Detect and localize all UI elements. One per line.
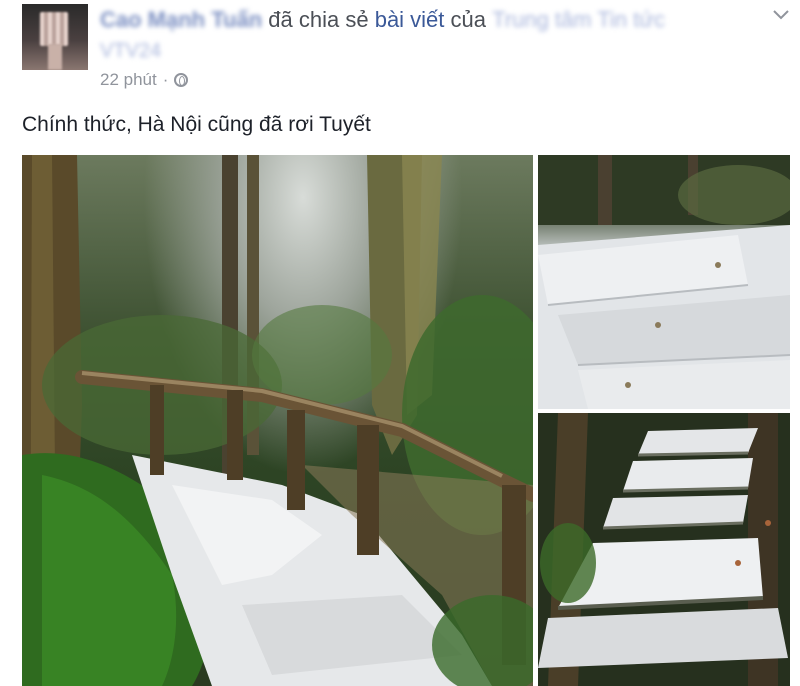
photo-forest-path[interactable]	[22, 155, 533, 686]
post-link[interactable]: bài viết	[375, 7, 445, 32]
stairs-bottom-illustration	[538, 413, 790, 686]
shared-verb: đã chia sẻ	[268, 7, 369, 32]
post-body: Chính thức, Hà Nội cũng đã rơi Tuyết	[22, 113, 371, 136]
forest-path-illustration	[22, 155, 533, 686]
post-meta: 22 phút ·	[100, 70, 189, 90]
chevron-down-icon[interactable]	[770, 4, 792, 26]
avatar-body-blurred	[48, 44, 62, 70]
page-name-line2[interactable]: VTV24	[100, 40, 161, 63]
avatar-face-blurred	[40, 12, 68, 46]
post-headline: Cao Mạnh Tuấn đã chia sẻ bài viết của Tr…	[100, 7, 665, 33]
stairs-top-illustration	[538, 155, 790, 409]
timestamp[interactable]: 22 phút	[100, 70, 157, 90]
globe-icon[interactable]	[174, 73, 189, 87]
photo-snowy-stairs-bottom[interactable]	[538, 413, 790, 686]
author-avatar[interactable]	[22, 4, 88, 70]
chevron-down-icon-svg	[773, 10, 789, 20]
author-name[interactable]: Cao Mạnh Tuấn	[100, 7, 262, 33]
of-text: của	[450, 7, 487, 32]
page-name[interactable]: Trung tâm Tin tức	[492, 7, 665, 33]
photo-snowy-stairs-top[interactable]	[538, 155, 790, 409]
meta-separator: ·	[162, 70, 169, 89]
